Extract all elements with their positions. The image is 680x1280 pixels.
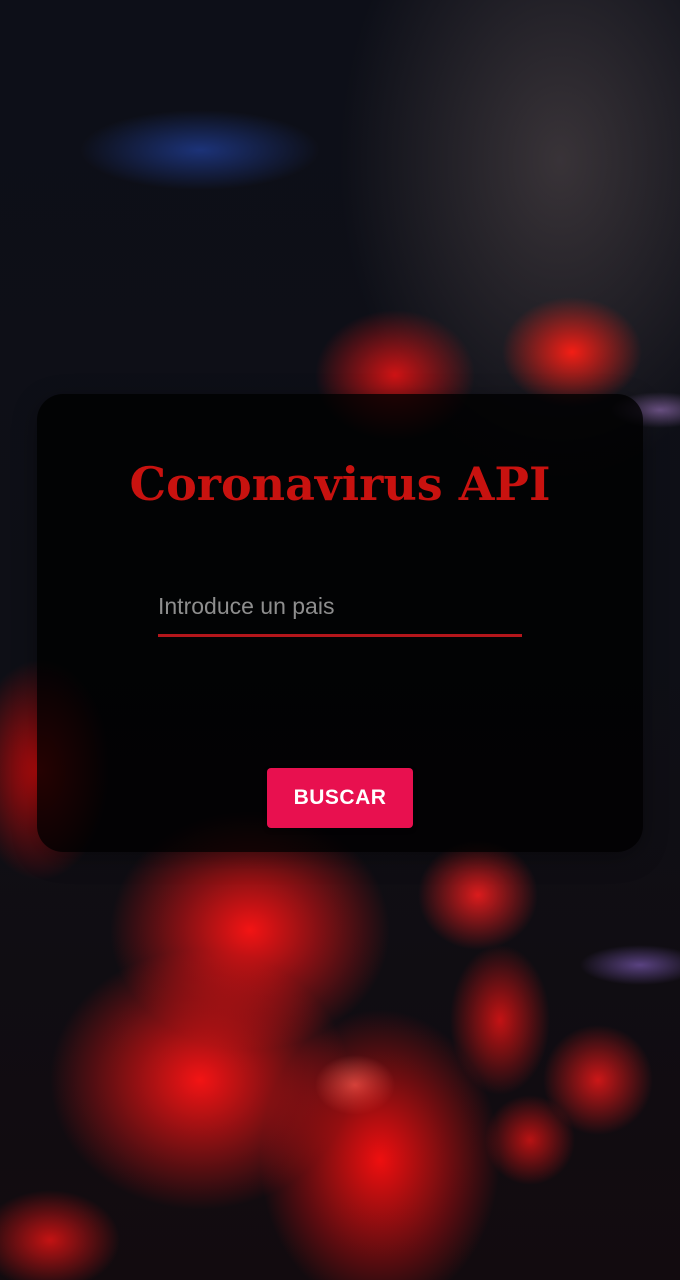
country-field[interactable] [158, 582, 522, 637]
country-input[interactable] [158, 582, 522, 630]
app-screen: Coronavirus API BUSCAR [0, 0, 680, 1280]
search-button[interactable]: BUSCAR [267, 768, 413, 828]
search-card: Coronavirus API BUSCAR [37, 394, 643, 852]
app-title: Coronavirus API [129, 457, 551, 511]
